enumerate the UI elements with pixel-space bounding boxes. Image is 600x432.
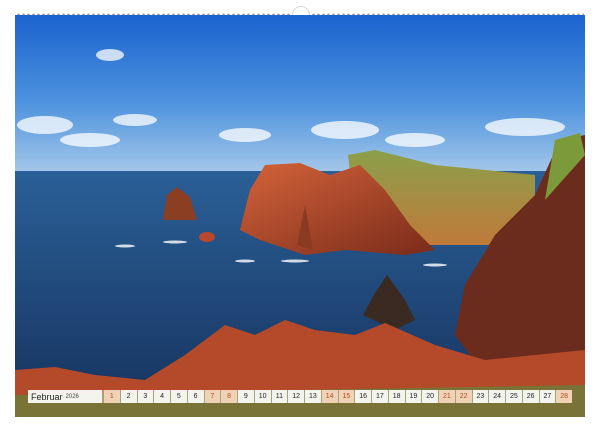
- day-cell: 17: [372, 390, 388, 403]
- day-cell: 6: [187, 390, 204, 403]
- day-cell: 12: [288, 390, 304, 403]
- calendar-strip: Februar 2026 1 2 3 4 5 6 7 8 9 10 11 12 13 14 15 16 17 18…: [28, 390, 572, 403]
- day-cell: 18: [388, 390, 405, 403]
- day-cell: 9: [238, 390, 254, 403]
- day-cell: 20: [422, 390, 438, 403]
- day-cell: 23: [472, 390, 489, 403]
- month-label-box: Februar 2026: [28, 390, 102, 403]
- day-cell: 13: [305, 390, 321, 403]
- day-cell: 25: [506, 390, 522, 403]
- day-cell: 21: [439, 390, 455, 403]
- day-cell: 22: [455, 390, 472, 403]
- landscape-photo: [15, 15, 585, 417]
- day-cell: 7: [204, 390, 221, 403]
- day-cell: 11: [271, 390, 288, 403]
- day-cell: 4: [154, 390, 170, 403]
- coastline-scene: [15, 15, 585, 417]
- day-cell: 14: [321, 390, 338, 403]
- day-cell: 10: [254, 390, 271, 403]
- small-rock: [199, 232, 215, 242]
- day-cell: 27: [539, 390, 556, 403]
- day-cell: 24: [489, 390, 505, 403]
- sky: [15, 15, 585, 175]
- day-cell: 1: [104, 390, 120, 403]
- day-cell: 15: [338, 390, 355, 403]
- year-label: 2026: [65, 393, 79, 400]
- day-cell: 2: [120, 390, 137, 403]
- day-cell: 19: [405, 390, 422, 403]
- day-cell: 5: [171, 390, 187, 403]
- day-cell: 28: [556, 390, 572, 403]
- day-cells: 1 2 3 4 5 6 7 8 9 10 11 12 13 14 15 16 17 18 19 20 21 22 23 24 2…: [103, 390, 572, 403]
- day-cell: 26: [522, 390, 539, 403]
- day-cell: 8: [221, 390, 237, 403]
- day-cell: 3: [137, 390, 154, 403]
- month-name: Februar: [31, 391, 63, 402]
- day-cell: 16: [355, 390, 371, 403]
